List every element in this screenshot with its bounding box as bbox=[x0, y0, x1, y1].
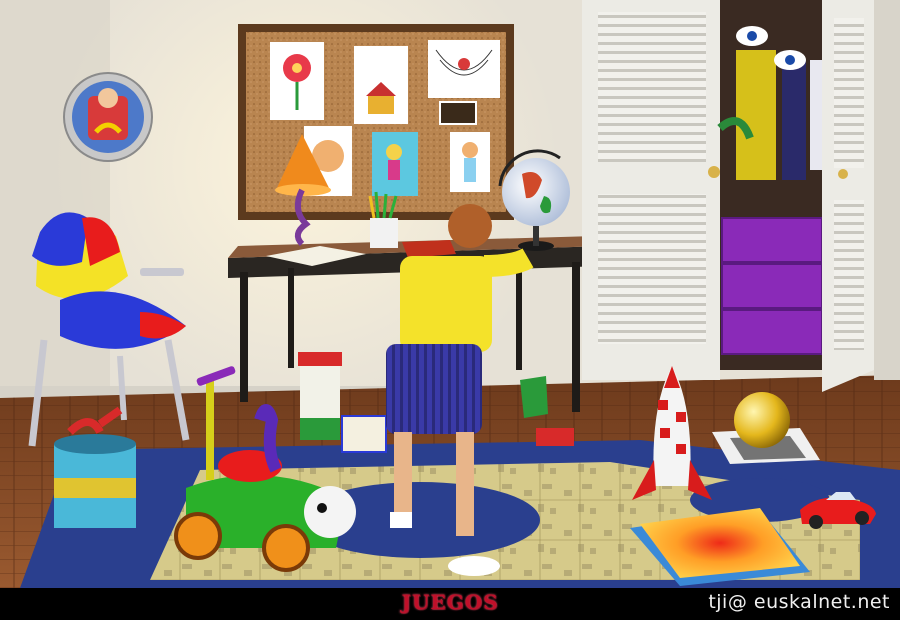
toy-block bbox=[341, 415, 387, 453]
drawing-figure bbox=[428, 40, 500, 98]
green-toy bbox=[520, 376, 548, 418]
decorative-wall-plate bbox=[63, 72, 153, 162]
castle-tower-toy bbox=[298, 352, 342, 440]
caption-bar: JUEGOS tji@ euskalnet.net bbox=[0, 588, 900, 620]
drawing-house bbox=[354, 46, 408, 124]
yellow-ball bbox=[734, 392, 790, 448]
closet-drawer bbox=[721, 217, 823, 263]
closet-drawer bbox=[721, 309, 823, 355]
red-brick-toy bbox=[536, 428, 574, 446]
drawing-girl bbox=[450, 132, 490, 192]
closet bbox=[582, 0, 874, 392]
caption-credit: tji@ euskalnet.net bbox=[708, 591, 890, 613]
drawing-blue-figure bbox=[372, 132, 418, 196]
closet-drawer bbox=[721, 263, 823, 309]
drawing-flower bbox=[270, 42, 324, 120]
room-scene bbox=[0, 0, 900, 588]
small-photo bbox=[439, 101, 477, 125]
